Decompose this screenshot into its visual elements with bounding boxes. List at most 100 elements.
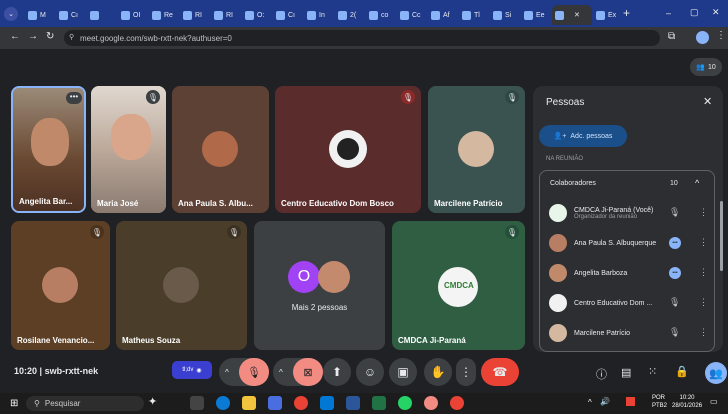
participant-more-icon[interactable]: ⋮ bbox=[699, 207, 708, 218]
browser-tab[interactable]: O: bbox=[242, 5, 272, 25]
participant-tile[interactable]: 🎙 Matheus Souza bbox=[116, 221, 247, 350]
participant-more-icon[interactable]: ⋮ bbox=[699, 237, 708, 248]
group-label[interactable]: Colaboradores bbox=[550, 180, 596, 187]
close-window-button[interactable]: ✕ bbox=[712, 7, 720, 18]
participant-text: Angelita Barboza bbox=[574, 270, 627, 277]
participant-list-item[interactable]: Angelita Barboza ••• ⋮ bbox=[541, 260, 719, 286]
chat-icon[interactable]: ▤ bbox=[621, 366, 631, 379]
captions-button[interactable]: ▣ bbox=[389, 358, 417, 386]
browser-tab[interactable]: M bbox=[25, 5, 55, 25]
maximize-button[interactable]: ▢ bbox=[690, 7, 699, 18]
volume-icon[interactable]: 🔊 bbox=[600, 397, 610, 406]
present-screen-button[interactable]: ⬆ bbox=[323, 358, 351, 386]
meeting-info-icon[interactable]: ⓘ bbox=[596, 366, 607, 382]
chrome-icon[interactable] bbox=[294, 396, 308, 410]
browser-tab[interactable]: 2( bbox=[335, 5, 365, 25]
tray-app-icon[interactable] bbox=[626, 397, 635, 406]
tab-title: Cı bbox=[71, 11, 78, 19]
participant-tile[interactable]: CMDCA 🎙 CMDCA Ji-Paraná bbox=[392, 221, 525, 350]
add-people-button[interactable]: 👤+ Adc. pessoas bbox=[539, 125, 627, 147]
excel-icon[interactable] bbox=[372, 396, 386, 410]
browser-tab[interactable]: Cı bbox=[56, 5, 86, 25]
panel-scrollbar[interactable] bbox=[720, 201, 723, 271]
reactions-button[interactable]: ☺ bbox=[356, 358, 384, 386]
widgets-icon[interactable]: ✦ bbox=[148, 395, 157, 408]
browser-tab[interactable]: co bbox=[366, 5, 396, 25]
participant-list-item[interactable]: Ana Paula S. Albuquerque ••• ⋮ bbox=[541, 230, 719, 256]
host-controls-icon[interactable]: 🔒 bbox=[675, 365, 689, 378]
tldv-recorder-button[interactable]: tl;dv ◉ bbox=[172, 361, 212, 379]
browser-tab[interactable]: Cc bbox=[397, 5, 427, 25]
tray-chevron-icon[interactable]: ^ bbox=[588, 398, 592, 407]
participant-list-item[interactable]: Centro Educativo Dom ... 🎙 ⋮ bbox=[541, 290, 719, 316]
system-clock[interactable]: 10:20 28/01/2026 bbox=[672, 394, 702, 410]
browser-tab[interactable]: Tl bbox=[459, 5, 489, 25]
browser-menu-icon[interactable]: ⋮ bbox=[716, 30, 726, 41]
site-info-icon[interactable]: ⚲ bbox=[69, 33, 74, 41]
participant-tile[interactable]: 🎙 Maria José bbox=[91, 86, 166, 213]
participant-tile[interactable]: 🎙 Rosilane Venancio... bbox=[11, 221, 110, 350]
participant-name: Ana Paula S. Albu... bbox=[178, 199, 253, 208]
task-view-icon[interactable] bbox=[190, 396, 204, 410]
participant-tile[interactable]: Ana Paula S. Albu... bbox=[172, 86, 269, 213]
participant-list-item[interactable]: Marcilene Patrício 🎙 ⋮ bbox=[541, 320, 719, 346]
chrome-profile-2-icon[interactable] bbox=[450, 396, 464, 410]
browser-tab[interactable] bbox=[87, 5, 117, 25]
notifications-icon[interactable]: ▭ bbox=[710, 397, 718, 406]
chrome-profile-icon[interactable] bbox=[424, 396, 438, 410]
participant-tile[interactable]: 🎙 Marcilene Patrício bbox=[428, 86, 525, 213]
edge-icon[interactable] bbox=[216, 396, 230, 410]
new-tab-button[interactable]: + bbox=[623, 6, 630, 20]
outlook-icon[interactable] bbox=[320, 396, 334, 410]
browser-tab[interactable]: RI bbox=[211, 5, 241, 25]
participant-list-item[interactable]: CMDCA Ji-Paraná (Você) Organizador da reu… bbox=[541, 200, 719, 226]
participant-more-icon[interactable]: ⋮ bbox=[699, 267, 708, 278]
browser-tab[interactable]: Cı bbox=[273, 5, 303, 25]
profile-avatar[interactable] bbox=[696, 31, 709, 44]
search-icon: ⚲ bbox=[34, 399, 40, 408]
browser-tab[interactable]: Af bbox=[428, 5, 458, 25]
participant-tile[interactable]: ••• Angelita Bar... bbox=[11, 86, 86, 213]
mic-off-icon: 🎙 bbox=[227, 225, 241, 239]
back-icon[interactable]: ← bbox=[10, 31, 20, 42]
more-participants-tile[interactable]: O Mais 2 pessoas bbox=[254, 221, 385, 350]
forward-icon[interactable]: → bbox=[28, 31, 38, 42]
minimize-button[interactable]: – bbox=[666, 8, 671, 18]
close-tab-icon[interactable]: ✕ bbox=[574, 11, 580, 19]
browser-tab[interactable]: RI bbox=[180, 5, 210, 25]
participant-more-icon[interactable]: ⋮ bbox=[699, 297, 708, 308]
browser-tab[interactable]: ✕ bbox=[552, 5, 592, 25]
participant-tile[interactable]: 🎙 Centro Educativo Dom Bosco bbox=[275, 86, 421, 213]
browser-tab[interactable]: Ex bbox=[593, 5, 623, 25]
browser-tab[interactable]: In bbox=[304, 5, 334, 25]
file-explorer-icon[interactable] bbox=[242, 396, 256, 410]
participants-count-chip[interactable]: 👥 10 bbox=[690, 58, 722, 76]
people-panel-button[interactable]: 👥 bbox=[705, 362, 727, 384]
more-options-icon[interactable]: ••• bbox=[66, 92, 82, 104]
browser-tab[interactable]: Si bbox=[490, 5, 520, 25]
extensions-icon[interactable]: ⧉ bbox=[668, 31, 675, 42]
reload-icon[interactable]: ↻ bbox=[46, 31, 54, 42]
whatsapp-icon[interactable] bbox=[398, 396, 412, 410]
store-icon[interactable] bbox=[268, 396, 282, 410]
browser-tab[interactable]: Re bbox=[149, 5, 179, 25]
more-options-button[interactable]: ⋮ bbox=[456, 358, 476, 386]
browser-tab[interactable]: Ee bbox=[521, 5, 551, 25]
word-icon[interactable] bbox=[346, 396, 360, 410]
camera-options-chevron-icon[interactable]: ^ bbox=[279, 368, 283, 377]
url-field[interactable]: ⚲ meet.google.com/swb-rxtt-nek?authuser=… bbox=[64, 30, 660, 46]
participant-more-icon[interactable]: ⋮ bbox=[699, 327, 708, 338]
mic-options-chevron-icon[interactable]: ^ bbox=[225, 368, 229, 377]
browser-tab[interactable]: OI bbox=[118, 5, 148, 25]
mic-toggle-button[interactable]: 🎙 bbox=[239, 358, 269, 386]
raise-hand-button[interactable]: ✋ bbox=[424, 358, 452, 386]
collapse-chevron-icon[interactable]: ^ bbox=[695, 178, 699, 188]
leave-call-button[interactable]: ☎ bbox=[481, 358, 519, 386]
windows-start-icon[interactable]: ⊞ bbox=[10, 398, 18, 409]
activities-icon[interactable]: ⁙ bbox=[648, 365, 657, 378]
tab-search-icon[interactable]: ⌄ bbox=[4, 7, 18, 21]
taskbar-search-box[interactable]: ⚲ Pesquisar bbox=[26, 396, 144, 411]
language-indicator[interactable]: POR PTB2 bbox=[652, 394, 667, 410]
close-panel-icon[interactable]: ✕ bbox=[703, 95, 712, 108]
camera-toggle-button[interactable]: ⊠ bbox=[293, 358, 323, 386]
